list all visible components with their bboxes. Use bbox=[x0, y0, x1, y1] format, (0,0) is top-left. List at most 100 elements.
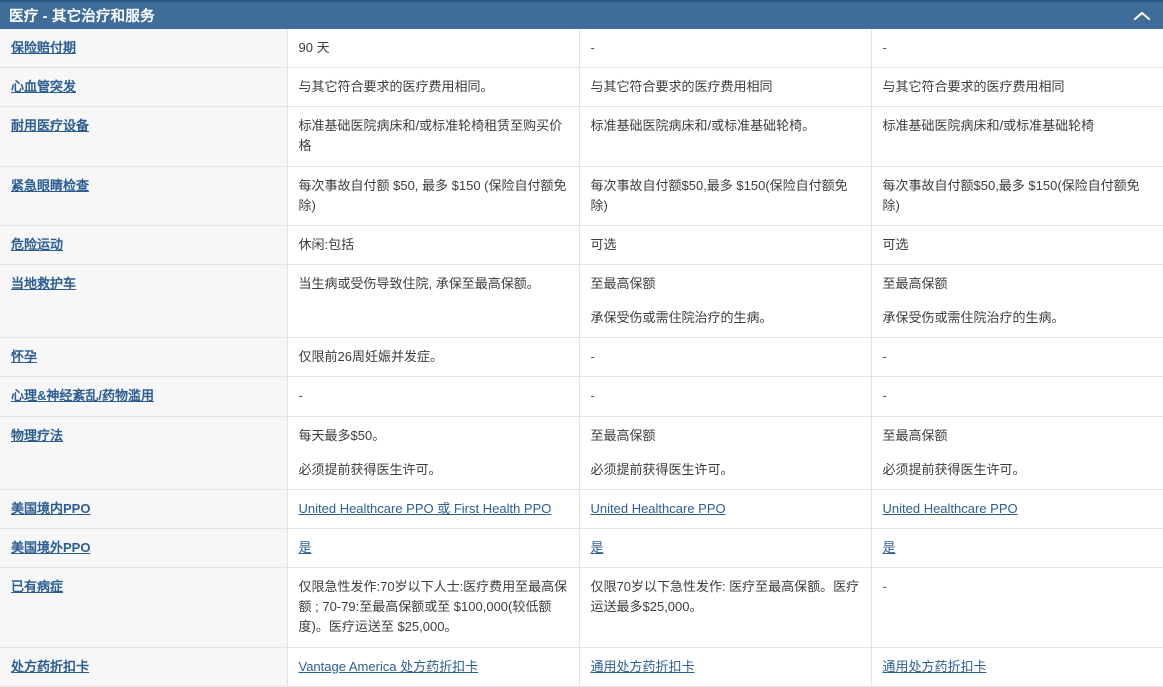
plan-value-cell: 当生病或受伤导致住院, 承保至最高保额。 bbox=[287, 264, 580, 339]
plan-value-link[interactable]: Vantage America 处方药折扣卡 bbox=[299, 657, 569, 677]
benefits-comparison-table: 保险赔付期 90 天 - - 心血管突发 与其它符合要求的医疗费用相同。 与其它符合要求的医… bbox=[0, 29, 1163, 687]
table-row: 心理&神经紊乱/药物滥用 - - - bbox=[0, 376, 1163, 417]
panel-header: 医疗 - 其它治疗和服务 bbox=[0, 0, 1163, 29]
plan-value-text: 90 天 bbox=[298, 40, 330, 55]
benefit-label-link[interactable]: 耐用医疗设备 bbox=[11, 118, 89, 133]
plan-value-text: 仅限70岁以下急性发作: 医疗至最高保额。医疗运送最多$25,000。 bbox=[590, 579, 860, 615]
table-body: 保险赔付期 90 天 - - 心血管突发 与其它符合要求的医疗费用相同。 与其它符合要求的医… bbox=[0, 29, 1163, 687]
benefit-label-link[interactable]: 已有病症 bbox=[11, 579, 63, 594]
benefit-label-cell: 当地救护车 bbox=[0, 264, 288, 339]
chevron-up-icon[interactable] bbox=[1131, 5, 1153, 27]
plan-value-text: 每次事故自付额$50,最多 $150(保险自付额免除) bbox=[882, 177, 1140, 213]
plan-value-link[interactable]: United Healthcare PPO bbox=[591, 499, 861, 519]
plan-value-cell: 每天最多$50。必须提前获得医生许可。 bbox=[287, 416, 580, 490]
table-row: 已有病症 仅限急性发作:70岁以下人士:医疗费用至最高保额 ; 70-79:至最高… bbox=[0, 567, 1163, 648]
benefit-label-cell: 耐用医疗设备 bbox=[0, 106, 288, 167]
plan-value-link[interactable]: 是 bbox=[299, 538, 569, 558]
plan-value-link[interactable]: United Healthcare PPO 或 First Health PPO bbox=[299, 499, 569, 519]
benefit-label-cell: 美国境外PPO bbox=[0, 528, 288, 569]
plan-value-cell: United Healthcare PPO bbox=[871, 489, 1163, 529]
plan-value-cell: 仅限70岁以下急性发作: 医疗至最高保额。医疗运送最多$25,000。 bbox=[579, 567, 872, 648]
table-row: 处方药折扣卡 Vantage America 处方药折扣卡 通用处方药折扣卡 通用处方… bbox=[0, 647, 1163, 687]
plan-value-text: - bbox=[590, 40, 595, 55]
plan-value-text: 承保受伤或需住院治疗的生病。 bbox=[590, 310, 773, 326]
plan-value-cell: 仅限前26周妊娠并发症。 bbox=[287, 337, 580, 378]
benefits-panel: 医疗 - 其它治疗和服务 保险赔付期 90 天 - - 心血管突发 与其它符合要求的医疗费… bbox=[0, 0, 1163, 687]
benefit-label-link[interactable]: 美国境内PPO bbox=[11, 501, 90, 516]
plan-value-text: 与其它符合要求的医疗费用相同。 bbox=[298, 79, 494, 95]
benefit-label-link[interactable]: 紧急眼睛检查 bbox=[11, 178, 89, 193]
plan-value-link[interactable]: 是 bbox=[883, 538, 1154, 558]
plan-value-cell: - bbox=[871, 376, 1163, 417]
benefit-label-cell: 心理&神经紊乱/药物滥用 bbox=[0, 376, 288, 417]
benefit-label-link[interactable]: 当地救护车 bbox=[11, 276, 76, 291]
table-row: 怀孕 仅限前26周妊娠并发症。 - - bbox=[0, 337, 1163, 378]
plan-value-cell: - bbox=[871, 567, 1163, 648]
plan-value-link[interactable]: 通用处方药折扣卡 bbox=[883, 657, 1154, 677]
table-row: 美国境外PPO 是 是 是 bbox=[0, 528, 1163, 569]
benefit-label-cell: 怀孕 bbox=[0, 337, 288, 378]
plan-value-cell: Vantage America 处方药折扣卡 bbox=[287, 647, 580, 687]
plan-value-cell: 标准基础医院病床和/或标准基础轮椅。 bbox=[579, 106, 872, 167]
plan-value-cell: 90 天 bbox=[287, 29, 580, 69]
table-row: 当地救护车 当生病或受伤导致住院, 承保至最高保额。 至最高保额 承保受伤或需住院治疗… bbox=[0, 264, 1163, 339]
plan-value-cell: 至最高保额 必须提前获得医生许可。 bbox=[579, 416, 872, 490]
plan-value-text: 至最高保额 bbox=[882, 427, 948, 443]
plan-value-cell: 至最高保额 承保受伤或需住院治疗的生病。 bbox=[871, 264, 1163, 339]
plan-value-text: 仅限前26周妊娠并发症。 bbox=[298, 349, 443, 365]
page-title: 医疗 - 其它治疗和服务 bbox=[9, 9, 155, 25]
plan-value-link[interactable]: United Healthcare PPO bbox=[883, 499, 1154, 519]
benefit-label-link[interactable]: 保险赔付期 bbox=[11, 40, 76, 55]
benefit-label-cell: 危险运动 bbox=[0, 225, 288, 265]
plan-value-link[interactable]: 是 bbox=[591, 538, 861, 558]
benefit-label-link[interactable]: 心血管突发 bbox=[11, 79, 76, 94]
plan-value-text: 休闲:包括 bbox=[298, 236, 355, 252]
plan-value-cell: 可选 bbox=[579, 225, 872, 265]
plan-value-text: 与其它符合要求的医疗费用相同 bbox=[882, 79, 1065, 95]
plan-value-link[interactable]: 通用处方药折扣卡 bbox=[591, 657, 861, 677]
plan-value-cell: 每次事故自付额$50,最多 $150(保险自付额免除) bbox=[871, 166, 1163, 226]
benefit-label-link[interactable]: 心理&神经紊乱/药物滥用 bbox=[11, 388, 154, 403]
plan-value-text: 可选 bbox=[882, 236, 909, 252]
plan-value-cell: - bbox=[579, 337, 872, 378]
plan-value-cell: - bbox=[287, 376, 580, 417]
plan-value-text: 至最高保额 bbox=[590, 275, 656, 291]
plan-value-cell: 通用处方药折扣卡 bbox=[579, 647, 872, 687]
benefit-label-link[interactable]: 美国境外PPO bbox=[11, 540, 90, 555]
plan-value-text: 标准基础医院病床和/或标准基础轮椅。 bbox=[590, 118, 816, 134]
plan-value-text: 必须提前获得医生许可。 bbox=[882, 461, 1026, 477]
plan-value-cell: 与其它符合要求的医疗费用相同。 bbox=[287, 67, 580, 108]
plan-value-text: - bbox=[298, 388, 303, 404]
table-row: 危险运动 休闲:包括 可选 可选 bbox=[0, 225, 1163, 265]
table-row: 美国境内PPO United Healthcare PPO 或 First Hea… bbox=[0, 489, 1163, 529]
benefit-label-link[interactable]: 物理疗法 bbox=[11, 428, 63, 443]
plan-value-cell: 通用处方药折扣卡 bbox=[871, 647, 1163, 687]
plan-value-cell: 休闲:包括 bbox=[287, 225, 580, 265]
plan-value-cell: 与其它符合要求的医疗费用相同 bbox=[871, 67, 1163, 108]
plan-value-cell: 可选 bbox=[871, 225, 1163, 265]
plan-value-text: 至最高保额 bbox=[590, 427, 656, 443]
plan-value-cell: 每次事故自付额 $50, 最多 $150 (保险自付额免除) bbox=[287, 166, 580, 226]
plan-value-cell: - bbox=[579, 376, 872, 417]
table-row: 紧急眼睛检查 每次事故自付额 $50, 最多 $150 (保险自付额免除) 每次事故… bbox=[0, 166, 1163, 226]
benefit-label-link[interactable]: 处方药折扣卡 bbox=[11, 659, 89, 674]
benefit-label-link[interactable]: 危险运动 bbox=[11, 237, 63, 252]
benefit-label-cell: 物理疗法 bbox=[0, 416, 288, 490]
plan-value-text: - bbox=[882, 40, 887, 55]
plan-value-cell: United Healthcare PPO bbox=[579, 489, 872, 529]
plan-value-text: - bbox=[882, 579, 887, 595]
benefit-label-cell: 美国境内PPO bbox=[0, 489, 288, 529]
plan-value-text: 每天最多$50。 bbox=[298, 427, 386, 443]
plan-value-text: 每次事故自付额 $50, 最多 $150 (保险自付额免除) bbox=[298, 177, 567, 213]
table-row: 耐用医疗设备 标准基础医院病床和/或标准轮椅租赁至购买价格 标准基础医院病床和/或标… bbox=[0, 106, 1163, 167]
benefit-label-cell: 紧急眼睛检查 bbox=[0, 166, 288, 226]
plan-value-text: 必须提前获得医生许可。 bbox=[298, 461, 442, 477]
plan-value-text: - bbox=[590, 349, 595, 365]
plan-value-cell: 标准基础医院病床和/或标准轮椅租赁至购买价格 bbox=[287, 106, 580, 167]
plan-value-text: 承保受伤或需住院治疗的生病。 bbox=[882, 310, 1065, 326]
plan-value-cell: 每次事故自付额$50,最多 $150(保险自付额免除) bbox=[579, 166, 872, 226]
plan-value-cell: - bbox=[579, 29, 872, 69]
plan-value-text: 与其它符合要求的医疗费用相同 bbox=[590, 79, 773, 95]
table-row: 物理疗法 每天最多$50。 必须提前获得医生许可。 至最高保额 必须提前获得医生许可。至… bbox=[0, 416, 1163, 490]
benefit-label-link[interactable]: 怀孕 bbox=[11, 349, 37, 364]
